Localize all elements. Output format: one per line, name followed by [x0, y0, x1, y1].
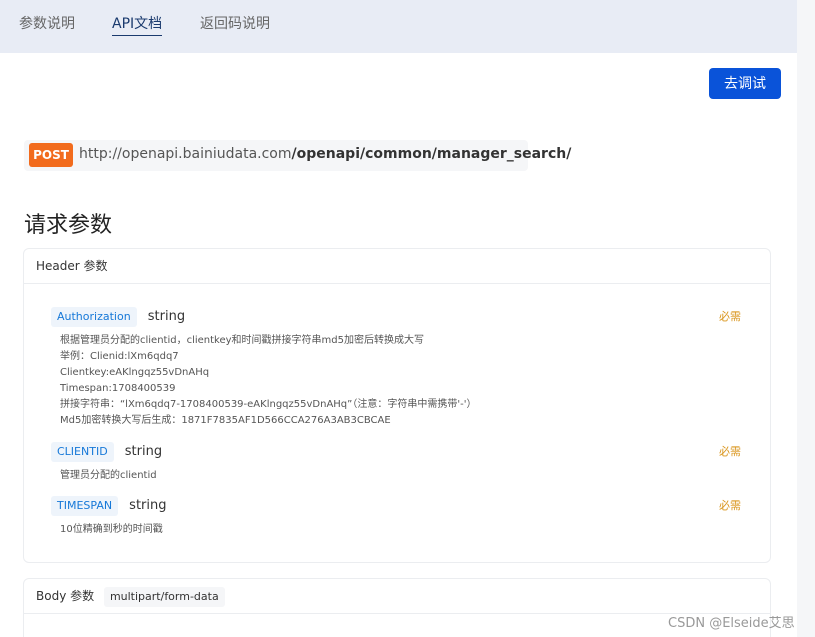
http-method-badge: POST	[29, 143, 73, 167]
endpoint-url[interactable]: http://openapi.bainiudata.com/openapi/co…	[79, 146, 571, 162]
content-type-badge: multipart/form-data	[103, 587, 225, 607]
tab-return-codes[interactable]: 返回码说明	[200, 14, 270, 36]
header-params-heading: Header 参数	[24, 249, 770, 284]
api-doc-page: 参数说明 API文档 返回码说明 去调试 POST http://openapi…	[0, 0, 797, 637]
csdn-watermark: CSDN @Elseide艾思	[668, 616, 795, 631]
param-name: CLIENTID	[51, 441, 114, 462]
request-params-title: 请求参数	[24, 213, 113, 238]
param-type: string	[124, 444, 163, 459]
body-params-title: Body 参数	[36, 589, 95, 603]
param-type: string	[147, 309, 186, 324]
body-params-heading: Body 参数 multipart/form-data	[24, 579, 770, 614]
desc-line: 管理员分配的clientid	[60, 469, 157, 481]
tab-bar: 参数说明 API文档 返回码说明	[0, 0, 797, 53]
desc-line: Clientkey:eAKlngqz55vDnAHq	[60, 366, 210, 378]
param-description: 10位精确到秒的时间戳	[51, 522, 167, 538]
param-name: Authorization	[51, 306, 137, 327]
param-description: 管理员分配的clientid	[51, 468, 162, 484]
desc-line: 根据管理员分配的clientid，clientkey和时间戳拼接字符串md5加密…	[60, 334, 425, 346]
endpoint-bar: POST http://openapi.bainiudata.com/opena…	[24, 140, 571, 171]
param-timespan: TIMESPAN string 10位精确到秒的时间戳	[51, 495, 167, 538]
url-path: /openapi/common/manager_search/	[291, 146, 572, 162]
param-clientid: CLIENTID string 管理员分配的clientid	[51, 441, 162, 484]
required-badge: 必需	[719, 499, 741, 512]
tab-params-desc[interactable]: 参数说明	[19, 14, 75, 36]
desc-line: 10位精确到秒的时间戳	[60, 523, 163, 535]
debug-button[interactable]: 去调试	[709, 68, 781, 99]
param-authorization: Authorization string 根据管理员分配的clientid，cl…	[51, 306, 476, 429]
required-badge: 必需	[719, 445, 741, 458]
tab-api-doc[interactable]: API文档	[112, 14, 163, 36]
scrollbar-gutter[interactable]	[797, 0, 815, 637]
required-badge: 必需	[719, 310, 741, 323]
desc-line: 举例：Clienid:lXm6qdq7	[60, 350, 179, 362]
param-description: 根据管理员分配的clientid，clientkey和时间戳拼接字符串md5加密…	[51, 333, 476, 429]
header-params-card: Header 参数 Authorization string 根据管理员分配的c…	[23, 248, 771, 563]
param-name: TIMESPAN	[51, 495, 119, 516]
desc-line: Timespan:1708400539	[60, 382, 176, 394]
desc-line: Md5加密转换大写后生成：1871F7835AF1D566CCA276A3AB3…	[60, 414, 391, 426]
body-params-card: Body 参数 multipart/form-data	[23, 578, 771, 637]
desc-line: 拼接字符串：“lXm6qdq7-1708400539-eAKlngqz55vDn…	[60, 398, 477, 410]
param-type: string	[129, 498, 167, 513]
url-base: http://openapi.bainiudata.com	[79, 146, 292, 162]
